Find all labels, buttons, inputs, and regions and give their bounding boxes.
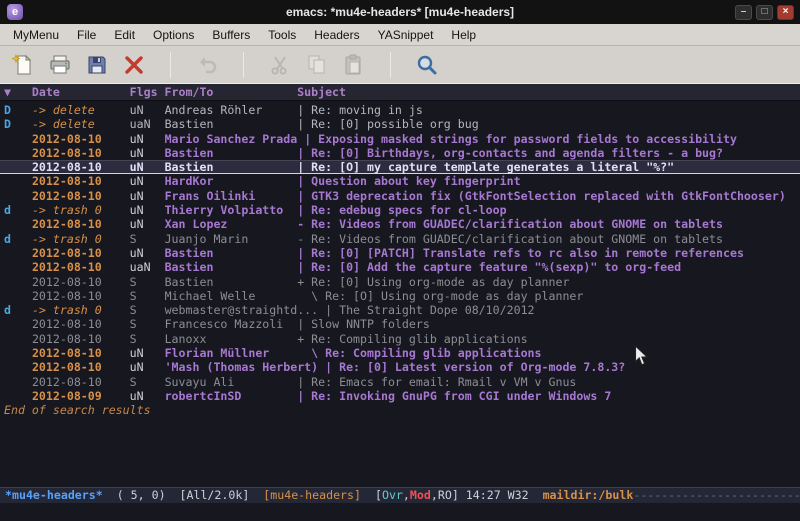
toolbar-separator [390, 52, 391, 78]
end-of-results: End of search results [0, 403, 800, 417]
message-row[interactable]: 2012-08-10 uN Bastien | Re: [0] Birthday… [0, 146, 800, 160]
message-row[interactable]: 2012-08-10 uN Xan Lopez - Re: Videos fro… [0, 217, 800, 231]
window-controls: – □ × [735, 5, 794, 20]
message-row[interactable]: d -> trash 0 uN Thierry Volpiatto | Re: … [0, 203, 800, 217]
toolbar [0, 46, 800, 84]
modeline-segment: -------------------------- [633, 488, 800, 502]
kill-buffer-icon [122, 53, 146, 77]
message-row[interactable]: 2012-08-10 S Suvayu Ali | Re: Emacs for … [0, 375, 800, 389]
modeline-segment: 14:27 W32 [466, 488, 543, 502]
menu-buffers[interactable]: Buffers [203, 25, 259, 45]
paste-button [339, 50, 369, 80]
message-row[interactable]: 2012-08-10 uN Florian Müllner \ Re: Comp… [0, 346, 800, 360]
modeline-segment: , [431, 488, 438, 502]
message-row[interactable]: 2012-08-10 uN 'Mash (Thomas Herbert) | R… [0, 360, 800, 374]
emacs-frame: ▼ Date Flgs From/To Subject D -> delete … [0, 84, 800, 521]
search-icon [415, 53, 439, 77]
minimize-button[interactable]: – [735, 5, 752, 20]
copy-button [302, 50, 332, 80]
close-button[interactable]: × [777, 5, 794, 20]
menu-yasnippet[interactable]: YASnippet [369, 25, 443, 45]
undo-icon [195, 53, 219, 77]
print-icon [48, 53, 72, 77]
echo-area [0, 503, 800, 521]
modeline-segment: ( 5, 0) [All/2.0k] [103, 488, 264, 502]
message-row[interactable]: 2012-08-10 S Bastien + Re: [0] Using org… [0, 275, 800, 289]
modeline-segment: [mu4e-headers] [263, 488, 361, 502]
modeline-segment: RO [438, 488, 452, 502]
message-row[interactable]: d -> trash 0 S Juanjo Marin - Re: Videos… [0, 232, 800, 246]
undo-button [192, 50, 222, 80]
message-row[interactable]: d -> trash 0 S webmaster@straightd... | … [0, 303, 800, 317]
message-row[interactable]: 2012-08-10 uN Bastien | Re: [O] my captu… [0, 160, 800, 174]
message-row[interactable]: 2012-08-09 uN robertcInSD | Re: Invoking… [0, 389, 800, 403]
window-title: emacs: *mu4e-headers* [mu4e-headers] [0, 5, 800, 19]
cut-button [265, 50, 295, 80]
modeline-segment: Ovr [382, 488, 403, 502]
message-row[interactable]: 2012-08-10 S Francesco Mazzoli | Slow NN… [0, 317, 800, 331]
title-bar: e emacs: *mu4e-headers* [mu4e-headers] –… [0, 0, 800, 24]
message-row[interactable]: 2012-08-10 uN HardKor | Question about k… [0, 174, 800, 188]
message-row[interactable]: 2012-08-10 uaN Bastien | Re: [0] Add the… [0, 260, 800, 274]
emacs-icon: e [7, 4, 23, 20]
modeline-segment: maildir:/bulk [543, 488, 634, 502]
modeline-segment: [ [361, 488, 382, 502]
toolbar-separator [170, 52, 171, 78]
buffer: D -> delete uN Andreas Röhler | Re: movi… [0, 101, 800, 487]
cut-icon [268, 53, 292, 77]
message-row[interactable]: D -> delete uaN Bastien | Re: [0] possib… [0, 117, 800, 131]
print-button[interactable] [45, 50, 75, 80]
message-row[interactable]: 2012-08-10 S Michael Welle \ Re: [O] Usi… [0, 289, 800, 303]
message-row[interactable]: 2012-08-10 uN Bastien | Re: [0] [PATCH] … [0, 246, 800, 260]
menu-mymenu[interactable]: MyMenu [4, 25, 68, 45]
menu-bar: MyMenuFileEditOptionsBuffersToolsHeaders… [0, 24, 800, 46]
new-file-icon [11, 53, 35, 77]
save-button[interactable] [82, 50, 112, 80]
kill-buffer-button[interactable] [119, 50, 149, 80]
mode-line: *mu4e-headers* ( 5, 0) [All/2.0k] [mu4e-… [0, 487, 800, 503]
modeline-segment: , [403, 488, 410, 502]
new-file-button[interactable] [8, 50, 38, 80]
maximize-button[interactable]: □ [756, 5, 773, 20]
copy-icon [305, 53, 329, 77]
paste-icon [342, 53, 366, 77]
save-icon [85, 53, 109, 77]
menu-edit[interactable]: Edit [105, 25, 144, 45]
menu-tools[interactable]: Tools [259, 25, 305, 45]
menu-headers[interactable]: Headers [305, 25, 368, 45]
modeline-segment: Mod [410, 488, 431, 502]
menu-help[interactable]: Help [442, 25, 485, 45]
toolbar-separator [243, 52, 244, 78]
modeline-segment: *mu4e-headers* [5, 488, 103, 502]
header-line: ▼ Date Flgs From/To Subject [0, 84, 800, 101]
search-button[interactable] [412, 50, 442, 80]
menu-options[interactable]: Options [144, 25, 203, 45]
message-row[interactable]: 2012-08-10 uN Mario Sanchez Prada | Expo… [0, 132, 800, 146]
message-row[interactable]: 2012-08-10 S Lanoxx + Re: Compiling glib… [0, 332, 800, 346]
menu-file[interactable]: File [68, 25, 105, 45]
message-row[interactable]: D -> delete uN Andreas Röhler | Re: movi… [0, 103, 800, 117]
modeline-segment: ] [452, 488, 466, 502]
message-row[interactable]: 2012-08-10 uN Frans Oilinki | GTK3 depre… [0, 189, 800, 203]
